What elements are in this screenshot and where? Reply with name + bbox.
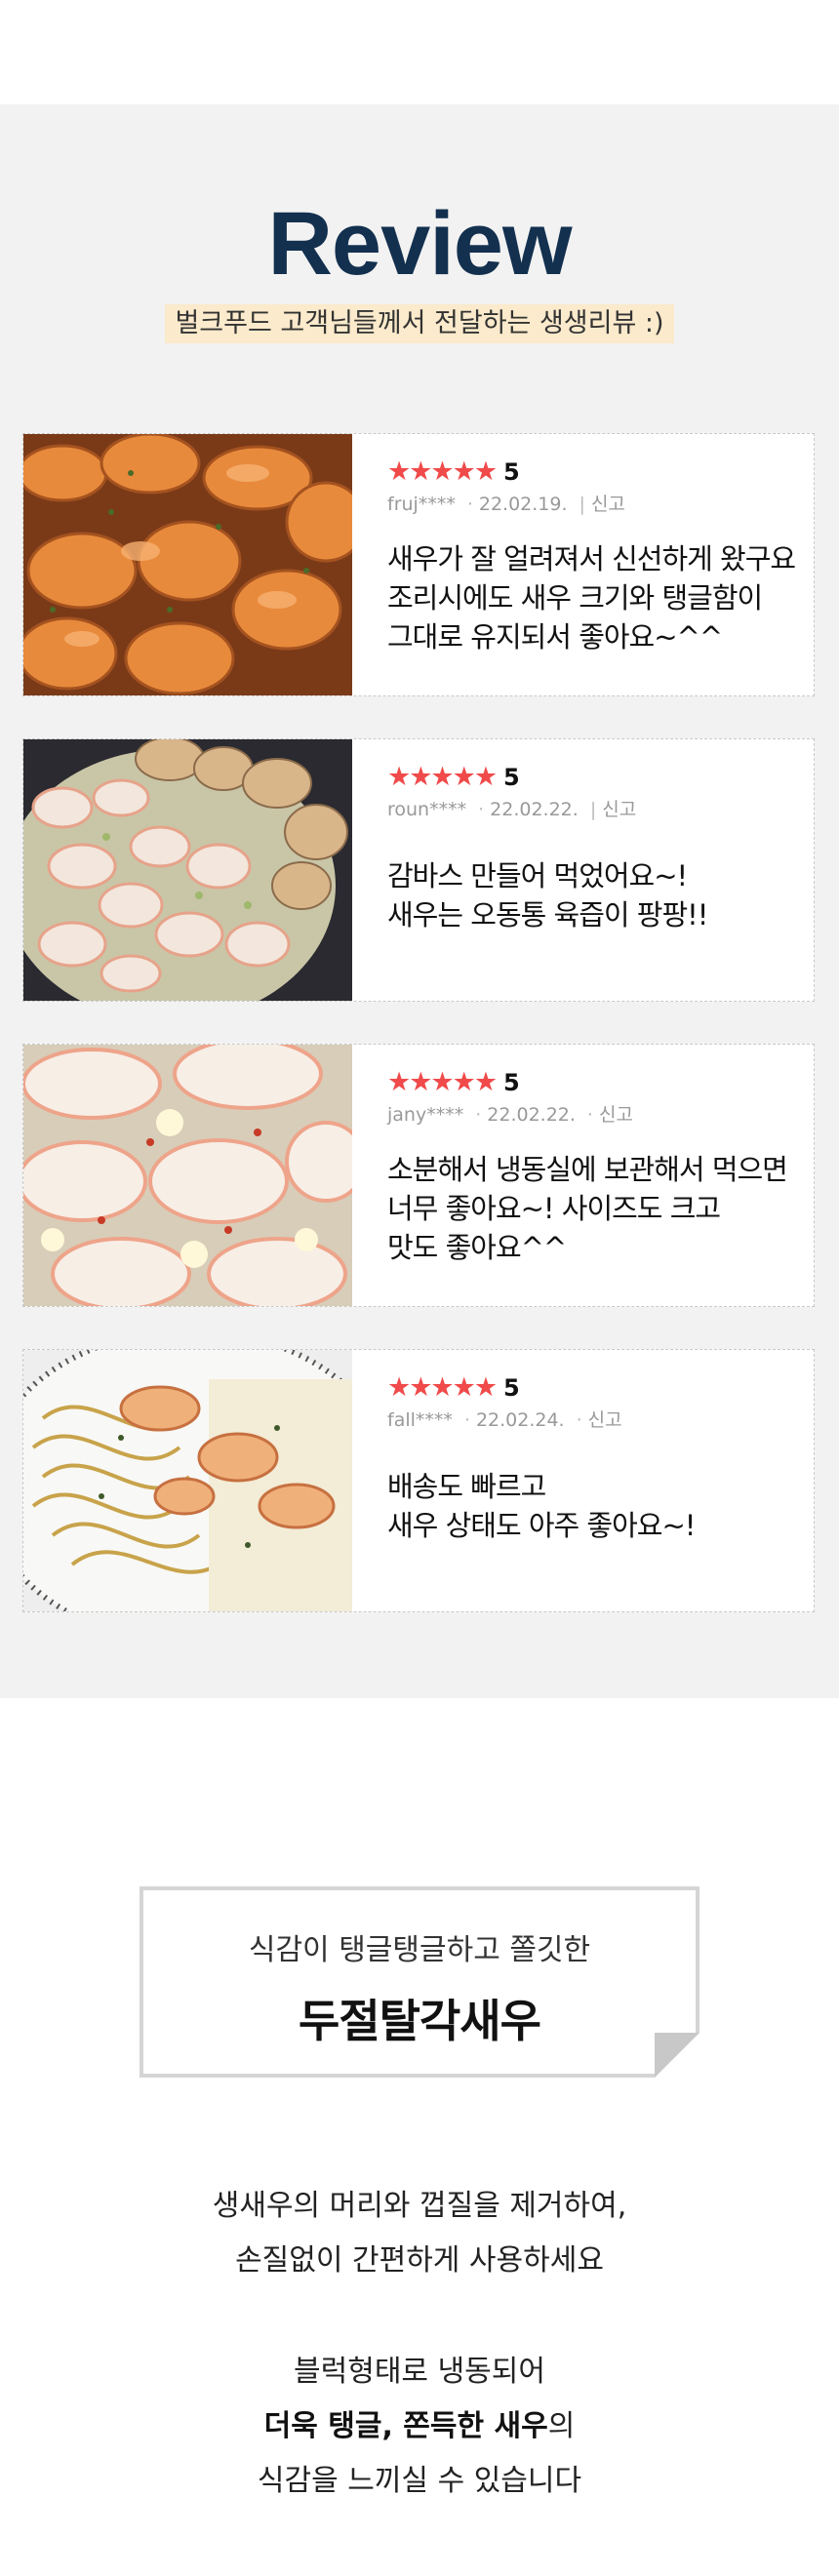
reviewer-id: fruj**** [387, 494, 456, 515]
review-comment: 배송도 빠르고 새우 상태도 아주 좋아요~! [387, 1467, 804, 1545]
comment-line: 조리시에도 새우 크기와 탱글함이 [387, 581, 763, 614]
description-highlight: 더욱 탱글, 쫀득한 새우 [263, 2409, 548, 2443]
review-photo-gambas [23, 739, 352, 1001]
review-card: ★★★★★ 5 fall**** · 22.02.24. · 신고 배송도 빠르고 새우… [22, 1349, 815, 1612]
star-rating-icon: ★★★★★ [387, 1372, 498, 1403]
description-text: 의 [547, 2409, 576, 2443]
review-section: Review 벌크푸드 고객님들께서 전달하는 생생리뷰 :) ★★★★★ 5 … [0, 104, 839, 1698]
review-meta: roun**** · 22.02.22. | 신고 [387, 798, 804, 821]
review-comment: 소분해서 냉동실에 보관해서 먹으면 너무 좋아요~! 사이즈도 크고 맛도 좋… [387, 1150, 804, 1267]
review-meta: jany**** · 22.02.22. · 신고 [387, 1103, 804, 1127]
rating-value: 5 [503, 1069, 520, 1096]
review-title: Review [267, 194, 572, 294]
reviewer-id: jany**** [387, 1104, 464, 1126]
comment-line: 새우 상태도 아주 좋아요~! [387, 1509, 696, 1542]
feature-subtitle: 식감이 탱글탱글하고 쫄깃한 [248, 1933, 591, 1967]
report-link[interactable]: 신고 [591, 494, 625, 515]
review-info: ★★★★★ 5 roun**** · 22.02.22. | 신고 감바스 만들어 먹었… [387, 761, 804, 934]
rating-value: 5 [503, 458, 520, 486]
rating-row: ★★★★★ 5 [387, 1066, 804, 1099]
comment-line: 그대로 유지되서 좋아요~^^ [387, 620, 723, 654]
review-subtitle: 벌크푸드 고객님들께서 전달하는 생생리뷰 :) [165, 304, 674, 343]
review-date: 22.02.22. [490, 799, 579, 820]
review-subtitle-wrap: 벌크푸드 고객님들께서 전달하는 생생리뷰 :) [0, 304, 839, 343]
review-card: ★★★★★ 5 jany**** · 22.02.22. · 신고 소분해서 냉동실에 … [22, 1044, 815, 1307]
description-line: 블럭형태로 냉동되어 [294, 2355, 545, 2389]
comment-line: 배송도 빠르고 [387, 1470, 546, 1503]
description-paragraph-1: 생새우의 머리와 껍질을 제거하여, 손질없이 간편하게 사용하세요 [0, 2179, 839, 2288]
review-meta: fruj**** · 22.02.19. | 신고 [387, 493, 804, 516]
review-photo-shrimp-pasta [23, 1350, 352, 1611]
description-line: 식감을 느끼실 수 있습니다 [257, 2464, 582, 2498]
reviewer-id: roun**** [387, 799, 467, 820]
report-link[interactable]: 신고 [599, 1104, 633, 1126]
review-info: ★★★★★ 5 jany**** · 22.02.22. · 신고 소분해서 냉동실에 … [387, 1066, 804, 1267]
review-comment: 감바스 만들어 먹었어요~! 새우는 오동통 육즙이 팡팡!! [387, 856, 804, 934]
review-meta: fall**** · 22.02.24. · 신고 [387, 1408, 804, 1432]
feature-title: 두절탈각새우 [299, 1995, 541, 2047]
meta-divider: · [475, 1104, 482, 1126]
review-photo-shrimp-sauce [23, 434, 352, 695]
review-card: ★★★★★ 5 fruj**** · 22.02.19. | 신고 새우가 잘 얼려져서… [22, 433, 815, 696]
review-info: ★★★★★ 5 fall**** · 22.02.24. · 신고 배송도 빠르고 새우… [387, 1371, 804, 1545]
meta-divider: · [466, 494, 473, 515]
meta-divider: | [589, 799, 597, 820]
review-comment: 새우가 잘 얼려져서 신선하게 왔구요 조리시에도 새우 크기와 탱글함이 그대… [387, 539, 804, 656]
rating-value: 5 [503, 764, 520, 791]
review-info: ★★★★★ 5 fruj**** · 22.02.19. | 신고 새우가 잘 얼려져서… [387, 456, 804, 656]
meta-divider: | [579, 494, 585, 515]
description-paragraph-2: 블럭형태로 냉동되어 더욱 탱글, 쫀득한 새우의 식감을 느끼실 수 있습니다 [0, 2345, 839, 2509]
rating-row: ★★★★★ 5 [387, 1371, 804, 1405]
meta-divider: · [478, 799, 485, 820]
comment-line: 너무 좋아요~! 사이즈도 크고 [387, 1192, 721, 1225]
report-link[interactable]: 신고 [588, 1409, 622, 1431]
reviewer-id: fall**** [387, 1409, 453, 1431]
comment-line: 새우가 잘 얼려져서 신선하게 왔구요 [387, 542, 796, 575]
review-card: ★★★★★ 5 roun**** · 22.02.22. | 신고 감바스 만들어 먹었… [22, 738, 815, 1002]
rating-row: ★★★★★ 5 [387, 456, 804, 489]
description-line: 더욱 탱글, 쫀득한 새우의 [0, 2399, 839, 2454]
comment-line: 맛도 좋아요^^ [387, 1231, 567, 1264]
report-link[interactable]: 신고 [602, 799, 636, 820]
meta-divider: · [576, 1409, 582, 1431]
comment-line: 새우는 오동통 육즙이 팡팡!! [387, 898, 708, 931]
star-rating-icon: ★★★★★ [387, 1067, 498, 1097]
description-line: 생새우의 머리와 껍질을 제거하여, [212, 2189, 627, 2223]
star-rating-icon: ★★★★★ [387, 762, 498, 792]
star-rating-icon: ★★★★★ [387, 456, 498, 487]
review-date: 22.02.19. [478, 494, 568, 515]
comment-line: 소분해서 냉동실에 보관해서 먹으면 [387, 1153, 788, 1186]
review-photo-garlic-shrimp [23, 1045, 352, 1306]
feature-note-box: 식감이 탱글탱글하고 쫄깃한 두절탈각새우 [140, 1886, 699, 2078]
comment-line: 감바스 만들어 먹었어요~! [387, 859, 688, 892]
review-date: 22.02.22. [487, 1104, 576, 1126]
meta-divider: · [586, 1104, 593, 1126]
review-date: 22.02.24. [475, 1409, 565, 1431]
folded-corner-icon [655, 2033, 699, 2078]
meta-divider: · [463, 1409, 470, 1431]
rating-value: 5 [503, 1374, 520, 1402]
description-line: 손질없이 간편하게 사용하세요 [235, 2243, 604, 2278]
rating-row: ★★★★★ 5 [387, 761, 804, 794]
